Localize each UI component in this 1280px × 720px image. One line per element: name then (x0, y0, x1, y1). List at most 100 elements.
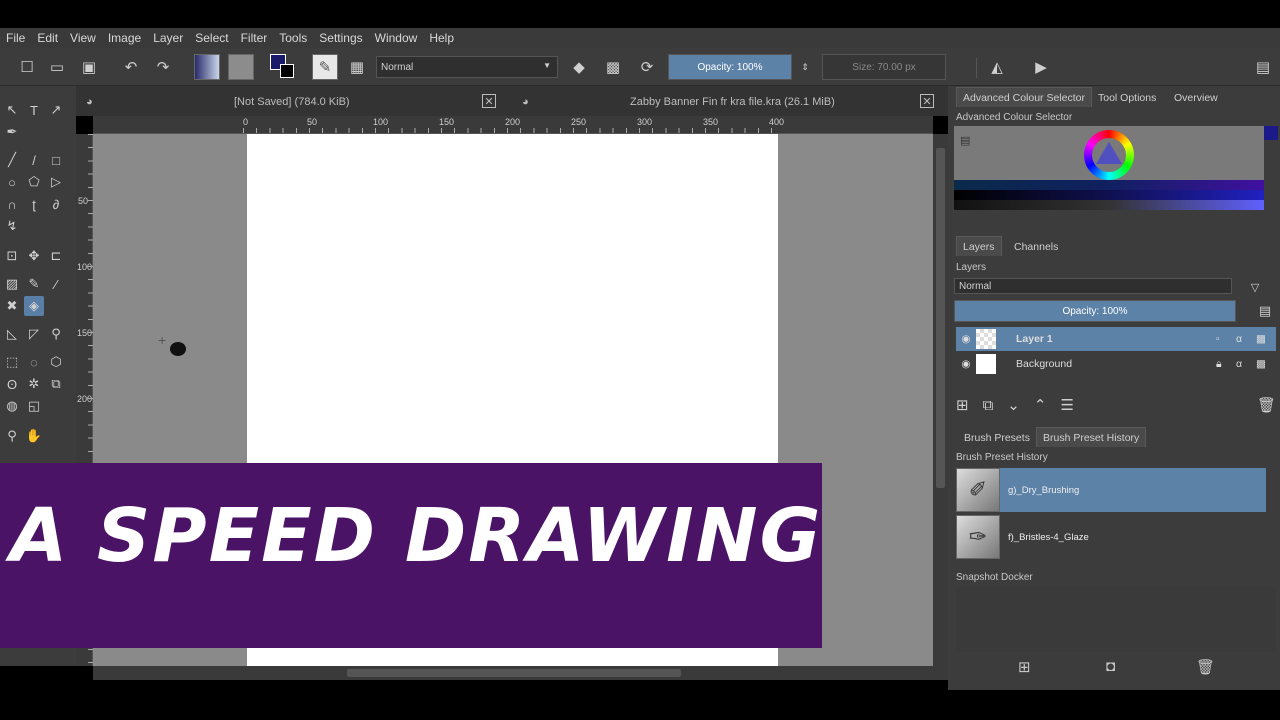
alpha-lock-icon[interactable]: ▩ (602, 56, 624, 78)
menu-edit[interactable]: Edit (37, 31, 58, 45)
delete-snapshot-icon[interactable]: 🗑︎ (1196, 658, 1215, 676)
freehand-brush-icon[interactable]: ╱ (2, 150, 22, 170)
inherit-alpha-icon[interactable]: ▩ (1256, 333, 1276, 345)
calligraphy-icon[interactable]: ✒ (2, 122, 22, 142)
rectangle-tool-icon[interactable]: □ (46, 150, 66, 170)
tab-brush-preset-history[interactable]: Brush Preset History (1036, 427, 1147, 447)
eraser-icon[interactable]: ◆ (568, 56, 590, 78)
line-tool-icon[interactable]: / (24, 150, 44, 170)
reference-pin-icon[interactable]: ⚲ (46, 324, 66, 344)
preset-row-bristles-glaze[interactable]: ✑ f)_Bristles-4_Glaze (956, 515, 1266, 559)
tab-not-saved[interactable]: [Not Saved] (784.0 KiB) (234, 90, 350, 114)
ellipse-tool-icon[interactable]: ○ (2, 172, 22, 192)
pattern-swatch[interactable] (228, 54, 254, 80)
filter-icon[interactable]: ▽ (1244, 276, 1266, 298)
add-layer-icon[interactable]: ⊞ (956, 396, 969, 414)
multibrush-icon[interactable]: ↯ (2, 216, 22, 236)
layer-name[interactable]: Background (1016, 358, 1216, 370)
horizontal-scrollbar[interactable] (93, 666, 948, 680)
layer-name[interactable]: Layer 1 (1016, 333, 1216, 345)
layer-row-layer-1[interactable]: ◉ Layer 1 ▫ α ▩ (956, 327, 1276, 351)
layer-opacity-slider[interactable]: Opacity: 100% (954, 300, 1236, 322)
gradient-swatch[interactable] (194, 54, 220, 80)
undo-icon[interactable]: ↶ (120, 56, 142, 78)
fg-bg-color-icon[interactable] (270, 54, 296, 80)
text-tool-icon[interactable]: T (24, 100, 44, 120)
menu-filter[interactable]: Filter (241, 31, 268, 45)
zoom-tool-icon[interactable]: ⚲ (2, 426, 22, 446)
close-icon[interactable]: ✕ (482, 94, 496, 108)
move-tool-icon[interactable]: ✥ (24, 246, 44, 266)
move-down-icon[interactable]: ⌄ (1007, 396, 1020, 414)
delete-layer-icon[interactable]: 🗑︎ (1257, 396, 1276, 414)
hue-ring[interactable] (1084, 130, 1134, 180)
menu-window[interactable]: Window (375, 31, 418, 45)
layer-settings-icon[interactable]: ☰ (1060, 396, 1073, 414)
grid-icon[interactable]: ▦ (346, 56, 368, 78)
eye-icon[interactable]: ◉ (956, 333, 976, 345)
assistant-tool-icon[interactable]: ◸ (24, 324, 44, 344)
smart-patch-icon[interactable]: ⁄ (46, 274, 66, 294)
redo-icon[interactable]: ↷ (152, 56, 174, 78)
menu-help[interactable]: Help (429, 31, 454, 45)
tab-brush-presets[interactable]: Brush Presets (958, 428, 1036, 448)
alpha-icon[interactable]: α (1236, 333, 1256, 345)
menu-view[interactable]: View (70, 31, 96, 45)
snapshot-list[interactable] (956, 586, 1276, 652)
preset-row-dry-brushing[interactable]: ✐ g)_Dry_Brushing (956, 468, 1266, 512)
fill-tool-icon[interactable]: ◈ (24, 296, 44, 316)
polyline-tool-icon[interactable]: ▷ (46, 172, 66, 192)
pan-tool-icon[interactable]: ✋ (24, 426, 44, 446)
open-folder-icon[interactable]: ▭ (46, 56, 68, 78)
tab-zabby-banner[interactable]: Zabby Banner Fin fr kra file.kra (26.1 M… (630, 90, 835, 114)
menu-image[interactable]: Image (108, 31, 141, 45)
close-icon[interactable]: ✕ (920, 94, 934, 108)
edit-shapes-icon[interactable]: ↗ (46, 100, 66, 120)
crop-tool-icon[interactable]: ⊏ (46, 246, 66, 266)
lock-icon[interactable]: ▫ (1216, 333, 1236, 345)
blend-mode-select[interactable]: Normal ▼ (376, 56, 558, 78)
layer-properties-icon[interactable]: ▤ (1254, 300, 1276, 322)
eye-icon[interactable]: ◉ (956, 358, 976, 370)
tab-overview[interactable]: Overview (1168, 88, 1224, 108)
bezier-tool-icon[interactable]: ∩ (2, 194, 22, 214)
new-document-icon[interactable]: ☐ (16, 56, 38, 78)
alpha-icon[interactable]: α (1236, 358, 1256, 370)
tab-advanced-colour-selector[interactable]: Advanced Colour Selector (956, 87, 1092, 107)
tab-channels[interactable]: Channels (1008, 237, 1064, 257)
inherit-alpha-icon[interactable]: ▩ (1256, 358, 1276, 370)
menu-settings[interactable]: Settings (319, 31, 362, 45)
duplicate-layer-icon[interactable]: ⧉ (983, 397, 994, 414)
opacity-spinner-icon[interactable]: ⇕ (794, 56, 816, 78)
menu-file[interactable]: File (6, 31, 25, 45)
transform-tool-icon[interactable]: ⊡ (2, 246, 22, 266)
magnetic-select-icon[interactable]: ◱ (24, 396, 44, 416)
tab-layers[interactable]: Layers (956, 236, 1002, 256)
vertical-scrollbar[interactable] (933, 134, 948, 666)
tab-tool-options[interactable]: Tool Options (1092, 88, 1162, 108)
menu-tools[interactable]: Tools (279, 31, 307, 45)
mirror-horizontal-icon[interactable]: ◭ (986, 56, 1008, 78)
reload-icon[interactable]: ⟳ (636, 56, 658, 78)
polygon-tool-icon[interactable]: ⬠ (24, 172, 44, 192)
layer-blend-select[interactable]: Normal (954, 278, 1232, 294)
polygon-select-icon[interactable]: ⬡ (46, 352, 66, 372)
opacity-slider[interactable]: Opacity: 100% (668, 54, 792, 80)
measure-tool-icon[interactable]: ◺ (2, 324, 22, 344)
colorize-mask-icon[interactable]: ✖ (2, 296, 22, 316)
workspace-icon[interactable]: ▤ (1252, 56, 1274, 78)
menu-select[interactable]: Select (195, 31, 228, 45)
settings-icon[interactable]: ▤ (960, 134, 970, 147)
gradient-tool-icon[interactable]: ▨ (2, 274, 22, 294)
similar-select-icon[interactable]: ⧉ (46, 374, 66, 394)
save-icon[interactable]: ▣ (78, 56, 100, 78)
lock-icon[interactable]: 🔒︎ (1216, 358, 1236, 371)
menu-layer[interactable]: Layer (153, 31, 183, 45)
add-snapshot-icon[interactable]: ⊞ (1018, 658, 1031, 676)
move-up-icon[interactable]: ⌃ (1034, 396, 1047, 414)
size-slider[interactable]: Size: 70.00 px (822, 54, 946, 80)
camera-icon[interactable]: ◘ (1106, 658, 1115, 675)
select-shapes-icon[interactable]: ↖ (2, 100, 22, 120)
freehand-path-icon[interactable]: ʈ (24, 194, 44, 214)
mirror-vertical-icon[interactable]: ▶ (1030, 56, 1052, 78)
